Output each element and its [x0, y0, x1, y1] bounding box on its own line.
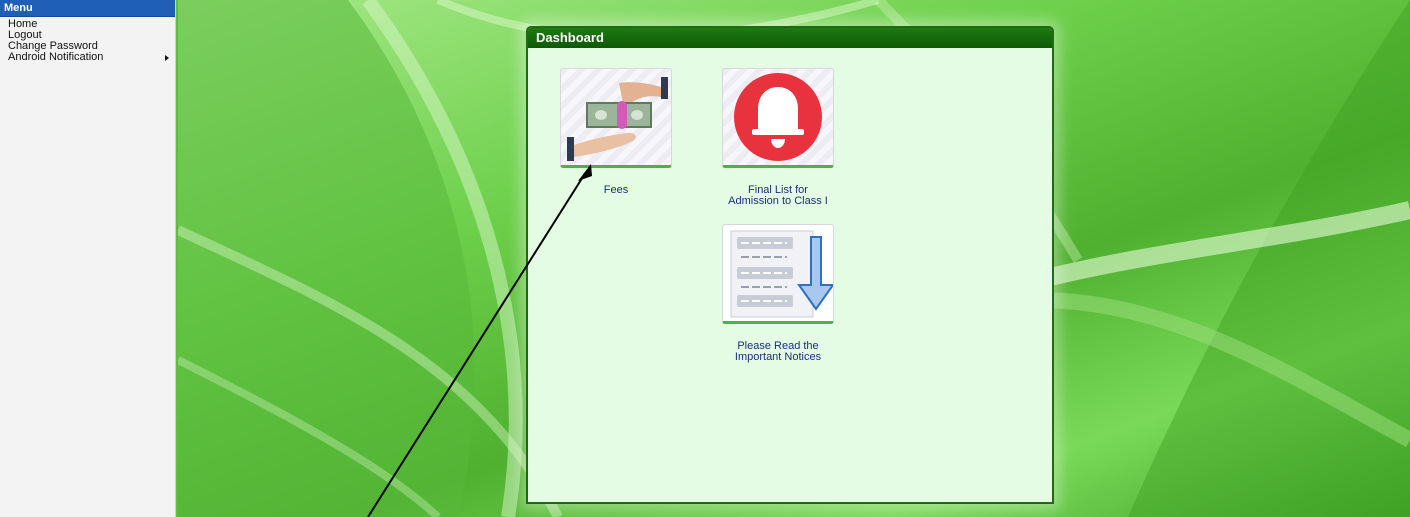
dashboard-title: Dashboard: [528, 28, 1052, 48]
menu-item-label: Android Notification: [8, 51, 104, 63]
menu-list: Home Logout Change Password Android Noti…: [0, 19, 175, 63]
tile-important-notices[interactable]: Please Read the Important Notices: [722, 224, 835, 363]
tile-final-list-label: Final List for Admission to Class I: [728, 184, 828, 207]
dashboard-panel: Dashboard Fees Final List for Admission …: [526, 26, 1054, 504]
bell-icon: [734, 73, 822, 161]
menu-item-android-notification[interactable]: Android Notification: [0, 52, 175, 63]
tile-fees-icon-box: [560, 68, 672, 168]
submenu-arrow-icon: [165, 55, 169, 61]
tile-notices-label: Please Read the Important Notices: [734, 340, 822, 363]
tile-fees-label: Fees: [603, 184, 629, 196]
tile-final-list[interactable]: Final List for Admission to Class I: [722, 68, 834, 207]
sidebar-menu: Menu Home Logout Change Password Android…: [0, 0, 176, 517]
tile-final-list-icon-box: [722, 68, 834, 168]
menu-title: Menu: [0, 0, 175, 17]
tile-fees[interactable]: Fees: [560, 68, 672, 196]
money-hand-icon: [567, 77, 668, 161]
notice-download-icon: [730, 230, 835, 318]
tile-notices-icon-box: [722, 224, 835, 324]
